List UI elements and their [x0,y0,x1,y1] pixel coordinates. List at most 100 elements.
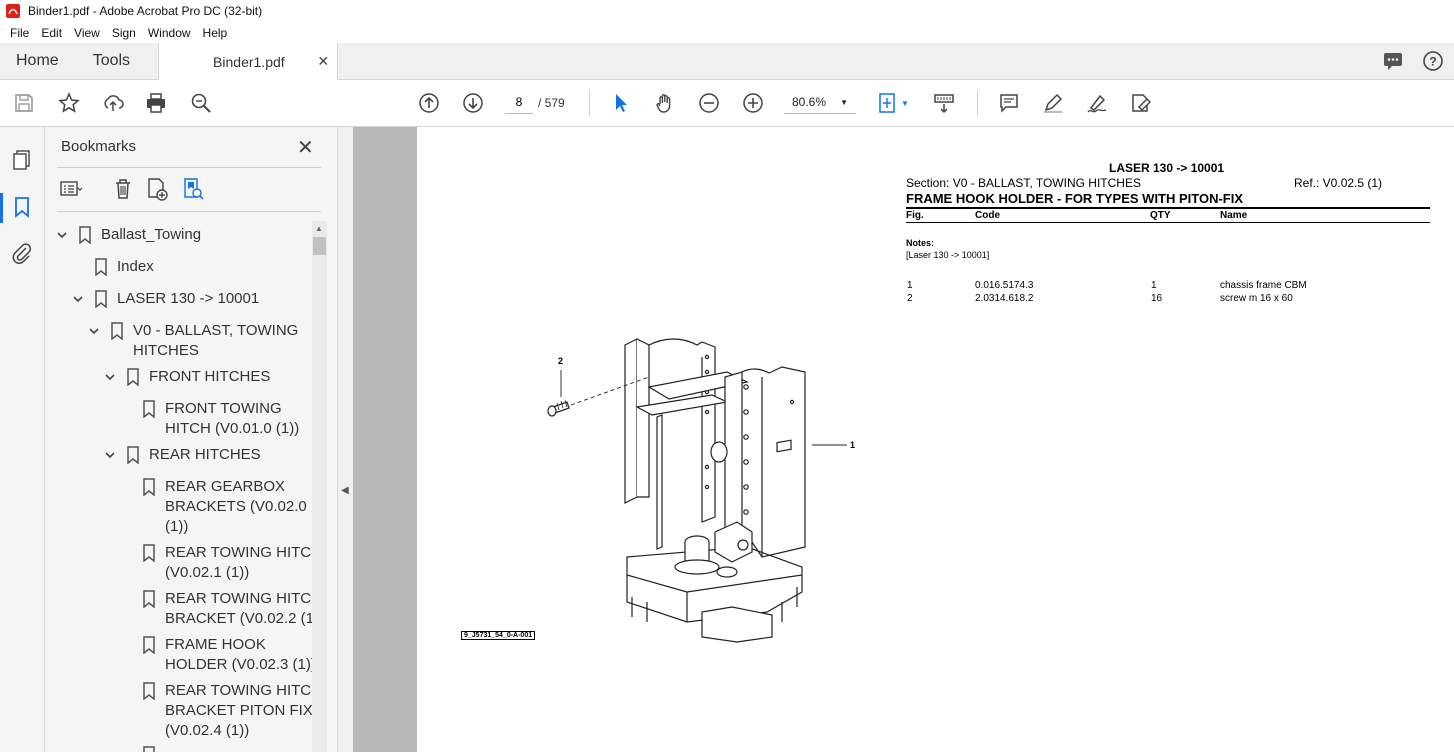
find-bookmark-icon[interactable] [181,177,205,201]
bookmark-item-front-hitches[interactable]: FRONT HITCHES [149,367,270,387]
zoom-search-icon[interactable] [189,91,213,115]
bookmark-item-rear-gearbox-brackets[interactable]: REAR GEARBOX BRACKETS (V0.02.0 (1)) [165,477,307,537]
chevron-down-icon[interactable] [72,293,84,305]
drawing-id-label: 9_J5731_54_0-A-001 [461,631,536,640]
doc-model: LASER 130 -> 10001 [1109,161,1225,175]
bookmark-item-rear-towing-hitch[interactable]: REAR TOWING HITCH (V0.02.1 (1)) [165,543,322,583]
notes-value: [Laser 130 -> 10001] [906,250,990,260]
hand-tool-icon[interactable] [653,91,677,115]
bookmark-icon [111,322,123,340]
page-number-input[interactable] [505,90,533,114]
row-qty: 16 [1151,293,1163,304]
col-fig: Fig. [906,210,924,221]
title-bar: Binder1.pdf - Adobe Acrobat Pro DC (32-b… [0,0,1454,22]
column-rule [906,222,1430,223]
close-tab-icon[interactable]: ✕ [317,53,329,70]
page-gutter [353,127,417,752]
menu-view[interactable]: View [68,26,106,40]
delete-bookmark-icon[interactable] [111,177,135,201]
help-icon[interactable]: ? [1422,50,1444,72]
heading-rule [906,207,1430,209]
new-bookmark-icon[interactable] [145,177,169,201]
zoom-out-icon[interactable] [697,91,721,115]
chevron-down-icon: ▼ [840,98,848,107]
menu-edit[interactable]: Edit [35,26,68,40]
previous-page-icon[interactable] [417,91,441,115]
menu-sign[interactable]: Sign [106,26,142,40]
zoom-level-select[interactable]: 80.6% ▼ [784,90,856,114]
chevron-down-icon[interactable] [56,229,68,241]
doc-ref: Ref.: V0.02.5 (1) [1294,176,1383,190]
bookmark-panel-icon[interactable] [11,196,33,218]
comment-icon[interactable] [997,91,1021,115]
close-panel-icon[interactable]: ✕ [297,135,314,160]
bookmark-icon [95,290,107,308]
tab-tools[interactable]: Tools [75,43,146,79]
menu-help[interactable]: Help [197,26,234,40]
main-toolbar: ▼ [0,80,1454,127]
panel-divider [57,167,321,168]
zoom-in-icon[interactable] [741,91,765,115]
bookmarks-scrollbar[interactable]: ▲ [312,221,327,752]
sign-icon[interactable] [1085,91,1109,115]
row-name: chassis frame CBM [1220,280,1307,291]
comment-bubble-icon[interactable] [1382,50,1404,72]
fit-page-icon[interactable] [876,91,900,115]
pdf-page: LASER 130 -> 10001 Section: V0 - BALLAST… [417,127,1454,752]
options-menu-icon[interactable] [59,177,83,201]
panel-collapse-strip[interactable]: ◀ [337,127,353,752]
collapse-left-icon[interactable]: ◀ [341,485,349,496]
zoom-level-value: 80.6% [792,94,827,109]
row-fig: 2 [907,293,913,304]
tab-bar: Home Tools Binder1.pdf ✕ ? [0,43,1454,81]
highlight-pen-icon[interactable] [1041,91,1065,115]
bookmark-item-v0-ballast[interactable]: V0 - BALLAST, TOWING HITCHES [133,321,298,361]
bookmark-item-rear-hitches[interactable]: REAR HITCHES [149,445,261,465]
col-code: Code [975,210,1000,221]
upload-icon[interactable] [101,91,125,115]
bookmark-item-rear-towing-hitch-bracket[interactable]: REAR TOWING HITCH BRACKET (V0.02.2 (1)) [165,589,324,629]
menu-window[interactable]: Window [142,26,197,40]
row-name: screw m 16 x 60 [1220,293,1293,304]
tab-home[interactable]: Home [0,43,75,79]
bookmark-icon [143,746,155,752]
attachment-icon[interactable] [11,242,33,264]
menu-bar: File Edit View Sign Window Help [0,22,1454,43]
bookmark-icon [79,226,91,244]
next-page-icon[interactable] [461,91,485,115]
bookmark-item-laser-130[interactable]: LASER 130 -> 10001 [117,289,259,309]
scrollbar-thumb[interactable] [313,237,326,255]
bookmark-item-index[interactable]: Index [117,257,154,277]
save-icon[interactable] [12,91,36,115]
callout-2: 2 [558,356,564,366]
pages-thumbnail-icon[interactable] [11,149,33,171]
select-cursor-icon[interactable] [609,91,633,115]
toolbar-separator [977,90,978,116]
bookmark-item-ballast-towing[interactable]: Ballast_Towing [101,225,201,245]
menu-file[interactable]: File [4,26,35,40]
bookmark-icon [143,478,155,496]
page-total: / 579 [538,96,565,110]
bookmark-icon [143,400,155,418]
window-title: Binder1.pdf - Adobe Acrobat Pro DC (32-b… [28,4,263,18]
tab-document[interactable]: Binder1.pdf ✕ [158,43,339,81]
col-qty: QTY [1150,210,1171,221]
chevron-down-icon[interactable] [104,449,116,461]
row-code: 0.016.5174.3 [975,280,1034,291]
print-icon[interactable] [144,91,168,115]
bookmark-icon [95,258,107,276]
bookmarks-panel-title: Bookmarks [61,138,137,155]
chevron-down-icon[interactable] [88,325,100,337]
bookmark-item-rear-towing-hitch-piton-fix[interactable]: REAR TOWING HITCH BRACKET PITON FIX (V0.02… [165,681,322,741]
scroll-up-icon[interactable]: ▲ [315,224,323,233]
frame-hook-holder-drawing [547,338,847,643]
fill-sign-icon[interactable] [1129,91,1153,115]
bookmark-item-front-towing-hitch[interactable]: FRONT TOWING HITCH (V0.01.0 (1)) [165,399,299,439]
fit-page-dropdown-caret[interactable]: ▼ [901,99,909,108]
bookmark-item-frame-hook-holder[interactable]: FRAME HOOK HOLDER (V0.02.3 (1)) [165,635,316,675]
scrolling-mode-icon[interactable] [932,91,956,115]
bookmark-icon [143,590,155,608]
chevron-down-icon[interactable] [104,371,116,383]
star-icon[interactable] [57,91,81,115]
row-code: 2.0314.618.2 [975,293,1034,304]
